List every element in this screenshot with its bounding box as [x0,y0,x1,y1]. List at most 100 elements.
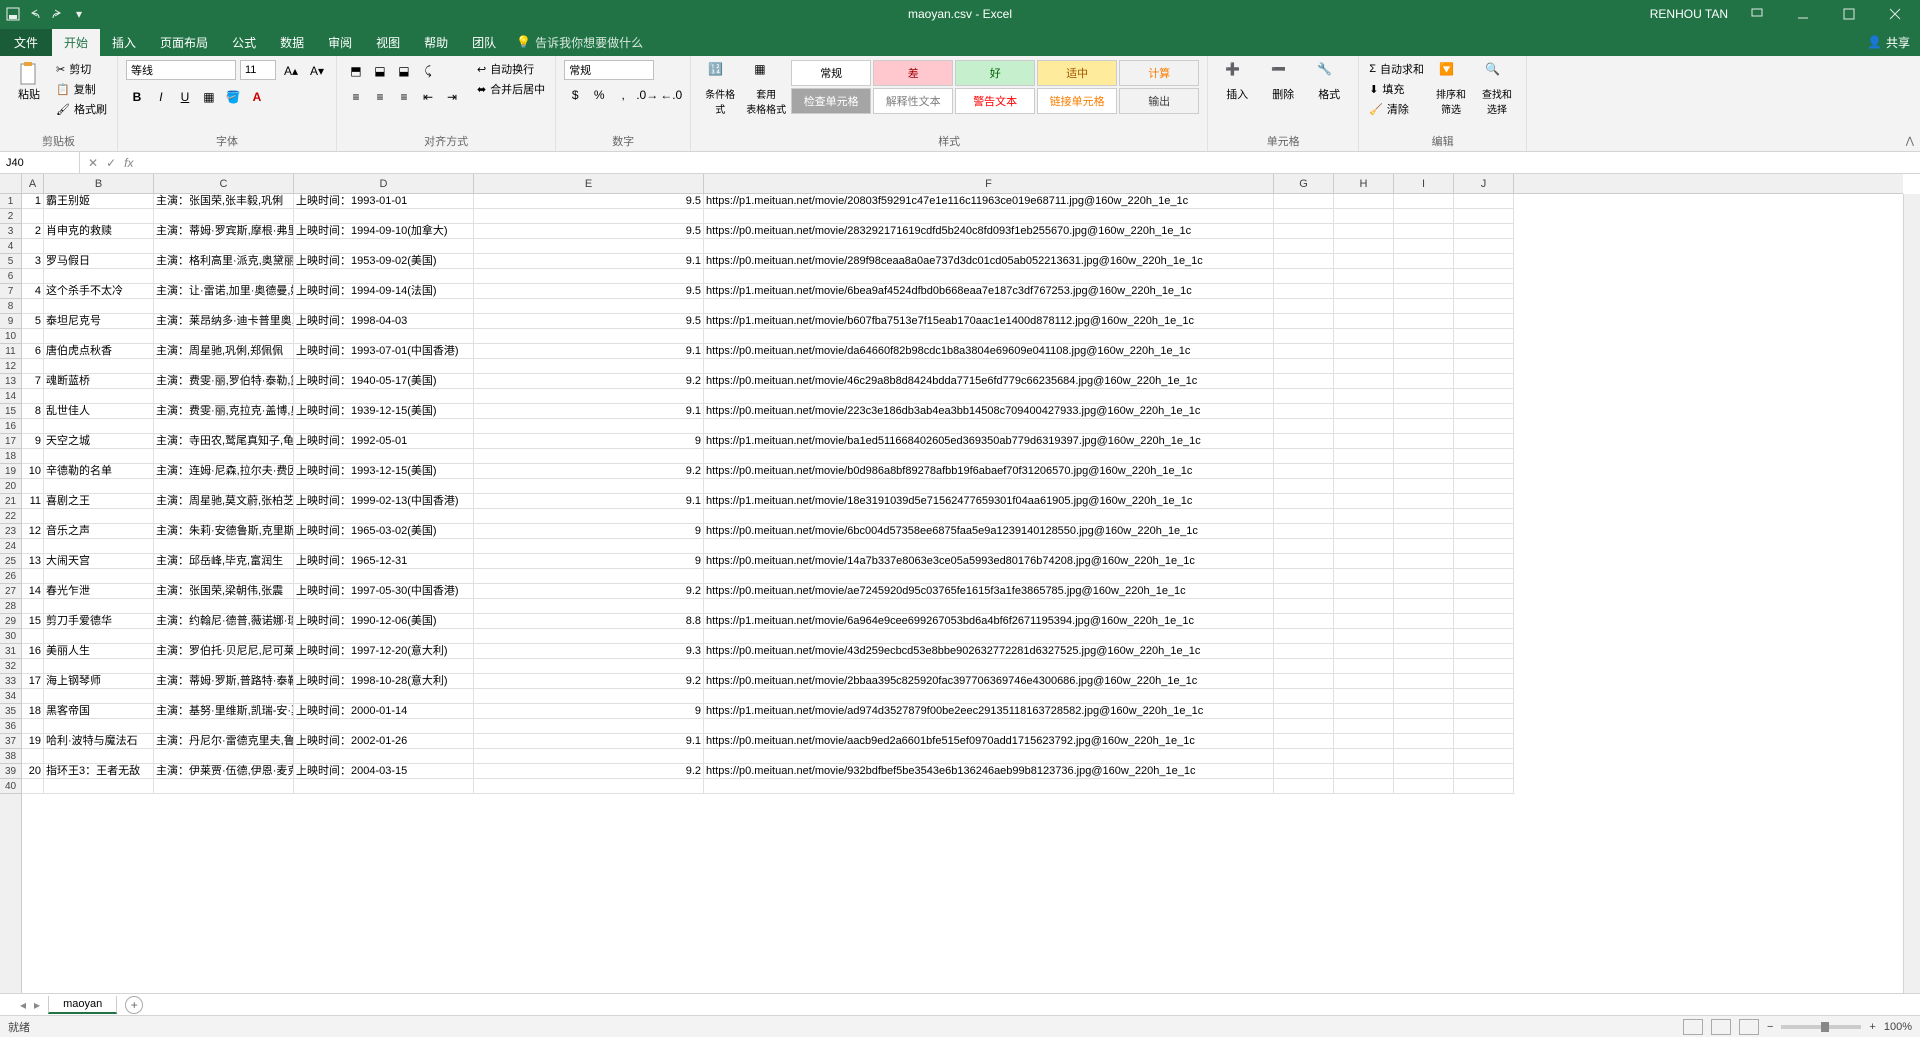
cell[interactable] [1334,674,1394,689]
cell[interactable] [1394,299,1454,314]
cell[interactable] [1334,659,1394,674]
cell[interactable] [1274,614,1334,629]
cell[interactable] [1454,674,1514,689]
cell[interactable] [44,629,154,644]
cell[interactable] [294,299,474,314]
name-box[interactable]: J40 [0,152,80,173]
cells-area[interactable]: 1霸王别姬主演：张国荣,张丰毅,巩俐上映时间：1993-01-019.5http… [22,194,1903,993]
cell[interactable] [22,389,44,404]
style-cell[interactable]: 常规 [791,60,871,86]
align-center-icon[interactable]: ≡ [369,86,391,108]
cell[interactable] [1454,299,1514,314]
cell[interactable] [1334,254,1394,269]
cell[interactable]: 3 [22,254,44,269]
cell[interactable] [44,269,154,284]
cell[interactable] [1454,344,1514,359]
zoom-slider[interactable] [1781,1025,1861,1029]
row-header[interactable]: 31 [0,644,21,659]
cell[interactable] [1274,194,1334,209]
cell[interactable] [1394,719,1454,734]
cell[interactable] [44,239,154,254]
cell[interactable]: 主演：蒂姆·罗斯,普路特·泰勒·文斯,比尔·努恩 [154,674,294,689]
style-cell[interactable]: 适中 [1037,60,1117,86]
cell[interactable] [474,749,704,764]
fill-color-icon[interactable]: 🪣 [222,86,244,108]
cell[interactable] [704,749,1274,764]
cell[interactable] [1454,749,1514,764]
cell[interactable]: 主演：周星驰,莫文蔚,张柏芝 [154,494,294,509]
cell[interactable] [1334,344,1394,359]
row-header[interactable]: 40 [0,779,21,794]
cell[interactable] [1394,584,1454,599]
cell[interactable] [1454,419,1514,434]
cell[interactable] [294,629,474,644]
style-cell[interactable]: 警告文本 [955,88,1035,114]
cell[interactable]: 罗马假日 [44,254,154,269]
cell[interactable] [704,449,1274,464]
cell[interactable]: 主演：蒂姆·罗宾斯,摩根·弗里曼,鲍勃·冈顿 [154,224,294,239]
cell[interactable]: 海上钢琴师 [44,674,154,689]
cell[interactable]: 上映时间：1993-07-01(中国香港) [294,344,474,359]
cell[interactable] [294,359,474,374]
cell[interactable] [154,509,294,524]
cell[interactable] [1454,539,1514,554]
cell[interactable] [44,419,154,434]
cell[interactable] [22,599,44,614]
row-header[interactable]: 22 [0,509,21,524]
row-header[interactable]: 38 [0,749,21,764]
cell[interactable] [1454,194,1514,209]
cell[interactable]: 黑客帝国 [44,704,154,719]
col-header[interactable]: C [154,174,294,193]
cell[interactable] [1394,614,1454,629]
cell[interactable] [1394,434,1454,449]
cell[interactable]: 上映时间：1993-01-01 [294,194,474,209]
cell[interactable] [704,239,1274,254]
tell-me[interactable]: 💡 告诉我你想要做什么 [508,34,651,51]
cell[interactable] [1334,209,1394,224]
row-header[interactable]: 3 [0,224,21,239]
cell[interactable]: https://p0.meituan.net/movie/932bdfbef5b… [704,764,1274,779]
style-cell[interactable]: 输出 [1119,88,1199,114]
cell[interactable]: 4 [22,284,44,299]
cell[interactable] [44,539,154,554]
cell[interactable]: 9.2 [474,584,704,599]
cell[interactable] [1394,644,1454,659]
row-header[interactable]: 27 [0,584,21,599]
cell[interactable]: 大闹天宫 [44,554,154,569]
format-as-table-button[interactable]: ▦套用 表格格式 [745,60,787,118]
cell[interactable] [154,419,294,434]
cell[interactable] [1394,674,1454,689]
align-bottom-icon[interactable]: ⬓ [393,60,415,82]
cell[interactable] [1394,419,1454,434]
cell[interactable] [474,539,704,554]
cell[interactable] [474,389,704,404]
cell[interactable]: 17 [22,674,44,689]
cell[interactable] [704,479,1274,494]
cell[interactable] [1334,734,1394,749]
cell[interactable] [1394,479,1454,494]
cell[interactable] [44,509,154,524]
cell[interactable] [474,719,704,734]
cell[interactable]: 主演：张国荣,梁朝伟,张震 [154,584,294,599]
cell[interactable] [704,419,1274,434]
cell[interactable] [1274,779,1334,794]
cell[interactable] [44,209,154,224]
cell[interactable] [1334,269,1394,284]
conditional-formatting-button[interactable]: 🔢条件格式 [699,60,741,118]
ribbon-tab-8[interactable]: 团队 [460,29,508,56]
cell[interactable] [1334,239,1394,254]
collapse-ribbon-icon[interactable]: ⋀ [1906,136,1914,147]
cell[interactable]: 9 [474,524,704,539]
cell[interactable] [1274,599,1334,614]
cell[interactable] [294,779,474,794]
cell[interactable] [1454,689,1514,704]
cell[interactable] [1334,614,1394,629]
cell[interactable] [154,299,294,314]
cell[interactable] [44,719,154,734]
row-header[interactable]: 24 [0,539,21,554]
cell[interactable]: 9.2 [474,464,704,479]
cell[interactable] [1334,284,1394,299]
cell[interactable] [1394,689,1454,704]
cell[interactable] [22,659,44,674]
cell[interactable] [704,539,1274,554]
